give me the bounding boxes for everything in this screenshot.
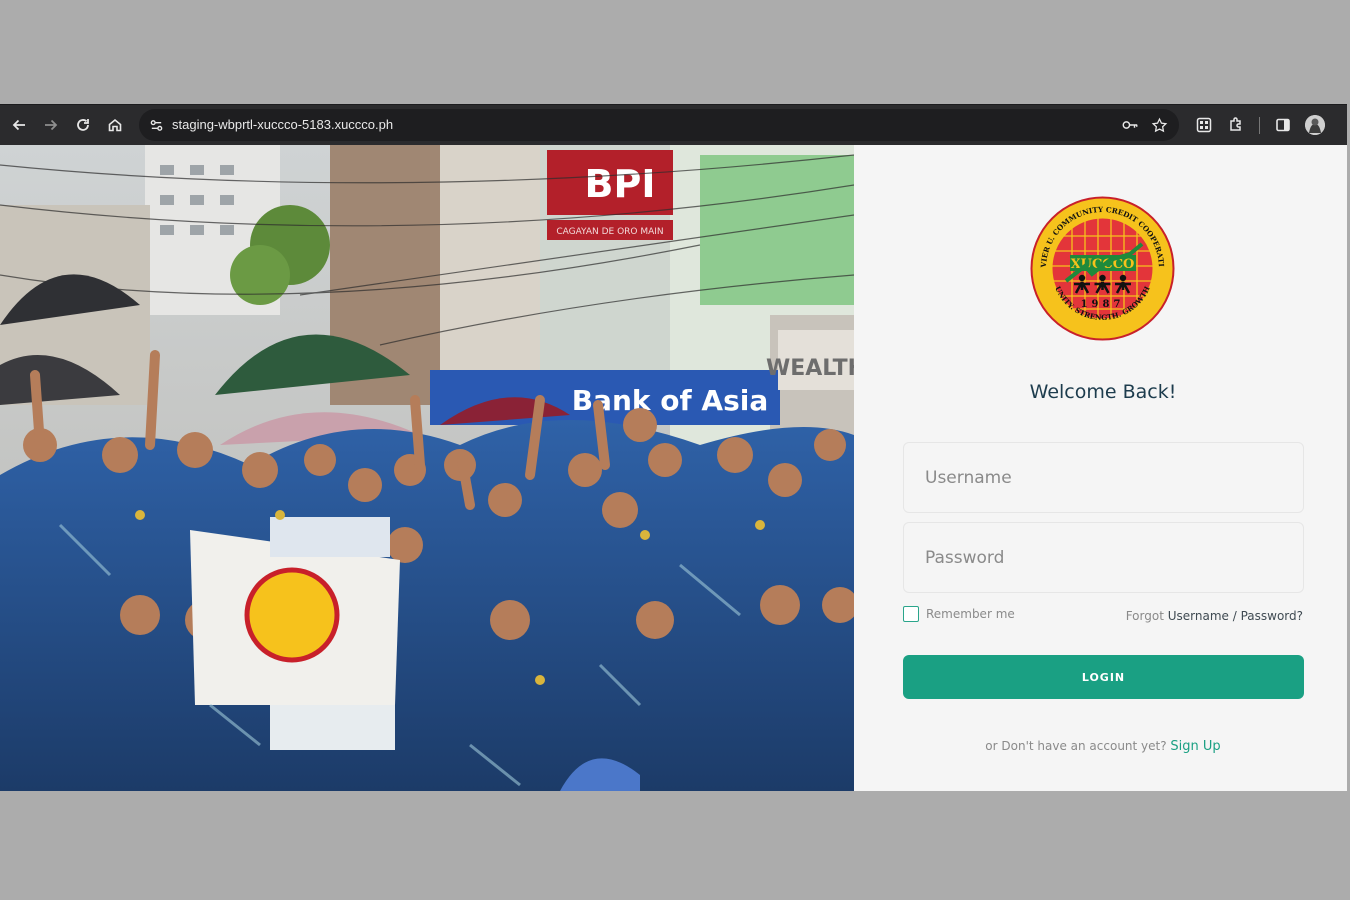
signup-prefix: or Don't have an account yet? [985,739,1171,753]
remember-me[interactable]: Remember me [903,606,1015,622]
toolbar-separator [1259,117,1260,134]
wealth-sign-text: WEALTH [766,356,854,381]
profile-avatar[interactable] [1305,115,1325,135]
welcome-heading: Welcome Back! [1029,381,1177,403]
bookmark-star-icon[interactable] [1149,115,1169,135]
site-info-icon[interactable] [145,114,167,136]
forgot-credentials-link[interactable]: Username / Password? [1168,609,1303,623]
forward-icon[interactable] [39,113,63,137]
password-key-icon[interactable] [1120,115,1140,135]
signup-prompt: or Don't have an account yet? Sign Up [854,739,1350,754]
extensions-icon[interactable] [1224,113,1248,137]
address-bar[interactable]: staging-wbprtl-xuccco-5183.xuccco.ph [139,109,1179,141]
username-field-wrapper [903,442,1304,513]
forgot-credentials: Forgot Username / Password? [1126,609,1303,623]
home-icon[interactable] [103,113,127,137]
qr-code-icon[interactable] [1192,113,1216,137]
back-icon[interactable] [7,113,31,137]
login-page: BPI CAGAYAN DE ORO MAIN Bank of Asia WEA… [0,145,1347,791]
signup-link[interactable]: Sign Up [1170,739,1220,754]
username-input[interactable] [904,443,1303,512]
remember-me-checkbox[interactable] [903,606,919,622]
side-panel-icon[interactable] [1271,113,1295,137]
hero-photo: BPI CAGAYAN DE ORO MAIN Bank of Asia WEA… [0,145,854,791]
password-input[interactable] [904,523,1303,592]
reload-icon[interactable] [71,113,95,137]
logo-year: 1987 [1081,299,1125,310]
browser-toolbar: staging-wbprtl-xuccco-5183.xuccco.ph [0,104,1347,145]
login-panel: XUCCCO 1987 XAVIER U. COMMUNITY CREDIT C… [854,145,1347,791]
forgot-prefix: Forgot [1125,609,1168,623]
login-button[interactable]: LOGIN [903,655,1304,699]
url-text[interactable]: staging-wbprtl-xuccco-5183.xuccco.ph [172,117,393,132]
bpi-sign-subtext: CAGAYAN DE ORO MAIN [556,227,663,237]
password-field-wrapper [903,522,1304,593]
xuccco-logo: XUCCCO 1987 XAVIER U. COMMUNITY CREDIT C… [1030,196,1175,341]
bpi-sign-text: BPI [585,162,656,206]
remember-me-label[interactable]: Remember me [926,607,1015,621]
browser-window: staging-wbprtl-xuccco-5183.xuccco.ph BPI… [0,104,1347,791]
